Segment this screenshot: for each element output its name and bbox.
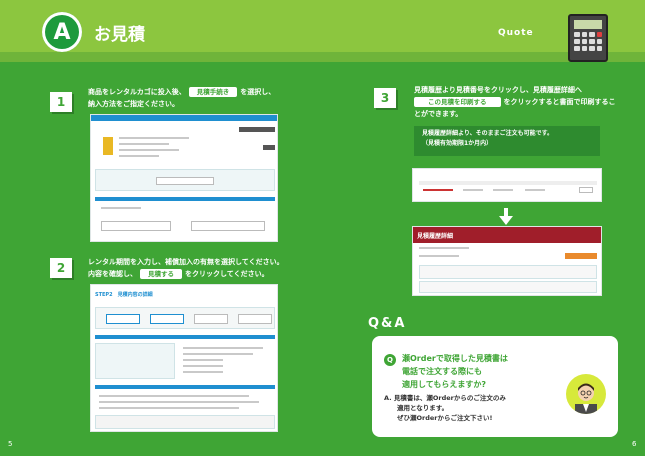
header-shade <box>0 52 645 62</box>
page-subtitle: Quote <box>498 28 534 38</box>
step-2-text: レンタル期間を入力し、補償加入の有無を選択してください。 内容を確認し、 見積する… <box>88 258 284 279</box>
staff-avatar-icon <box>566 374 606 414</box>
step-2-number: 2 <box>50 258 72 278</box>
qa-question: 瀬Orderで取得した見積書は 電話で注文する際にも 適用してもらえますか? <box>402 354 508 389</box>
page-number-right: 6 <box>632 440 637 448</box>
page-title: お見積 <box>94 25 145 45</box>
qa-title: Q&A <box>368 316 407 331</box>
step2-heading: STEP2 見積内容の詳細 <box>95 292 153 298</box>
step-1-screenshot <box>90 114 278 242</box>
section-badge: A <box>42 12 82 52</box>
step-1-number: 1 <box>50 92 72 112</box>
q-badge: Q <box>384 354 396 366</box>
step-3-number: 3 <box>374 88 396 108</box>
detail-heading: 見積履歴詳細 <box>417 233 454 240</box>
down-arrow-icon <box>499 208 513 225</box>
step-1-text: 商品をレンタルカゴに投入後、 見積手続き を選択し、 納入方法をご指定ください。 <box>88 87 276 108</box>
qa-answer: A. 見積書は、瀬Orderからのご注文のみ 適用となります。 ぜひ瀬Order… <box>384 394 506 422</box>
step-3-text: 見積履歴より見積番号をクリックし、見積履歴詳細へ この見積を印刷する をクリックす… <box>414 86 616 118</box>
quote-detail-screenshot: 見積履歴詳細 <box>412 226 602 296</box>
page-number-left: 5 <box>8 440 13 448</box>
quote-history-screenshot <box>412 168 602 202</box>
print-quote-button[interactable]: この見積を印刷する <box>414 97 501 107</box>
step-2-screenshot: STEP2 見積内容の詳細 <box>90 284 278 432</box>
calculator-icon <box>568 14 608 62</box>
notice-box: 見積履歴詳細より、そのままご注文も可能です。 （見積有効期限1か月内） <box>414 126 600 156</box>
quote-procedure-button[interactable]: 見積手続き <box>188 87 238 97</box>
quote-button[interactable]: 見積する <box>140 269 182 279</box>
